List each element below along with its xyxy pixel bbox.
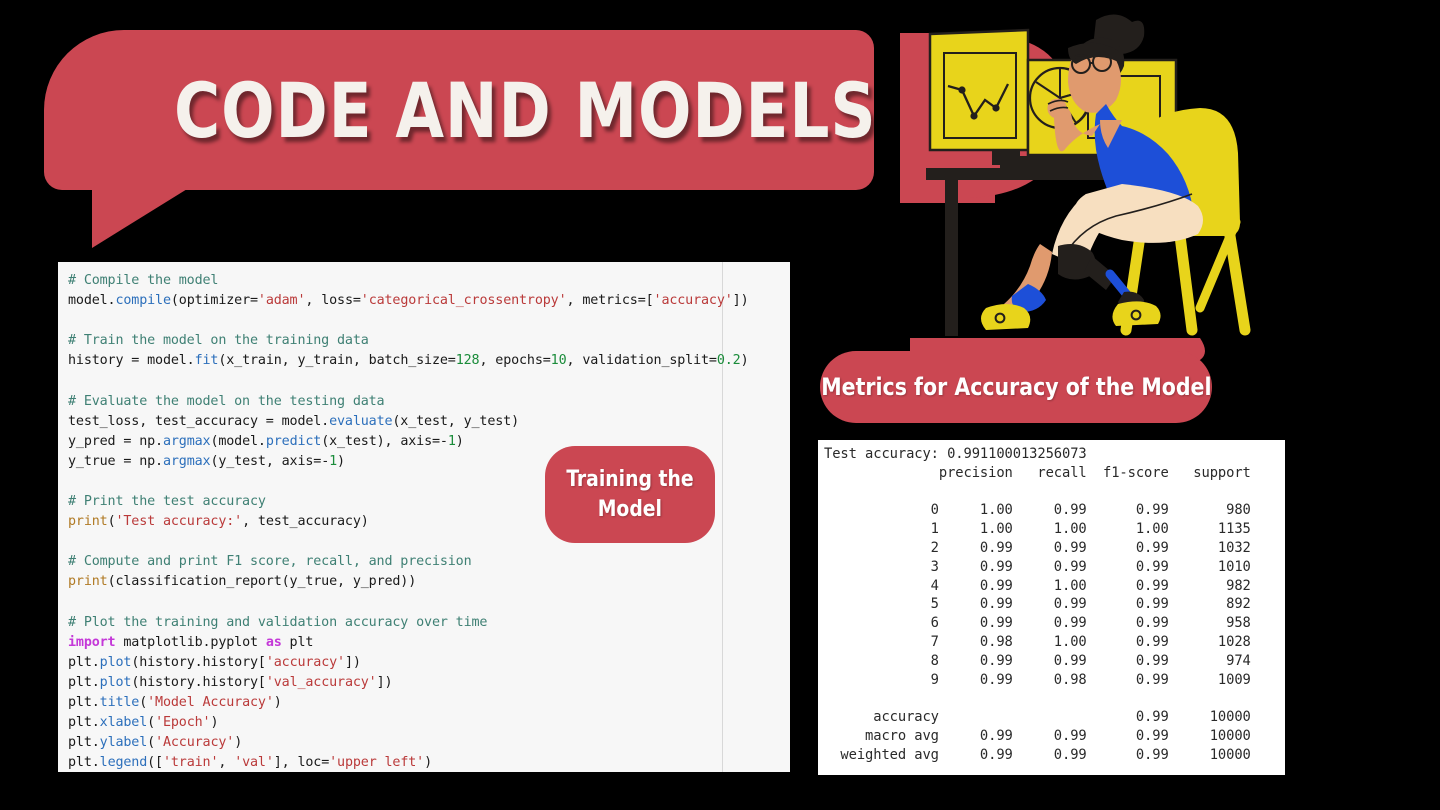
woman-at-desk-illustration: [900, 8, 1300, 360]
training-badge-line2: Model: [597, 496, 663, 522]
training-badge-line1: Training the: [566, 466, 694, 492]
metrics-accuracy-badge: Metrics for Accuracy of the Model: [820, 351, 1212, 423]
training-the-model-badge: Training the Model: [545, 446, 715, 543]
title-bubble-tail: [92, 186, 192, 248]
page-title: CODE AND MODELS: [174, 65, 877, 155]
title-bubble: CODE AND MODELS: [44, 30, 877, 190]
classification-report-panel: Test accuracy: 0.991100013256073 precisi…: [818, 440, 1285, 775]
metrics-badge-label: Metrics for Accuracy of the Model: [820, 373, 1212, 401]
classification-report-text: Test accuracy: 0.991100013256073 precisi…: [824, 446, 1251, 763]
